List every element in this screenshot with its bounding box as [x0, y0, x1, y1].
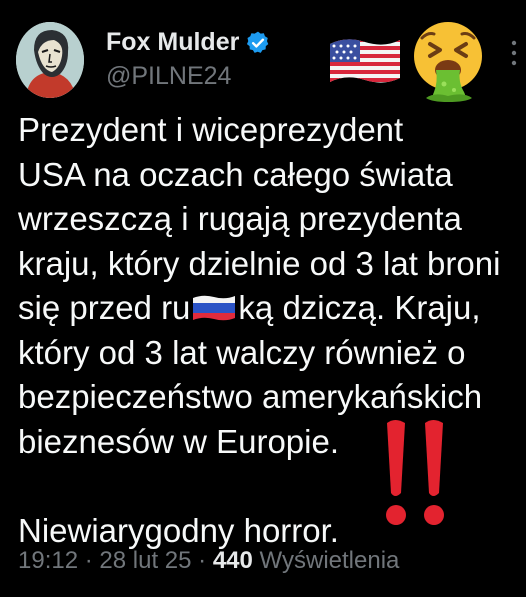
tweet-line: bezpieczeństwo amerykańskich: [18, 378, 483, 415]
meta-separator: ·: [84, 547, 93, 574]
tweet-line: który od 3 lat walczy również o: [18, 333, 466, 371]
display-name[interactable]: Fox Mulder: [106, 28, 239, 57]
face-portrait-avatar-icon: [16, 22, 84, 98]
meta-separator: ·: [198, 547, 207, 574]
author-handle[interactable]: @PILNE24: [106, 62, 231, 91]
avatar[interactable]: [16, 22, 84, 98]
tweet-line: wrzeszczą i rugają prezydenta: [18, 200, 462, 237]
tweet-line: bieznesów w Europie.: [18, 422, 340, 460]
vomiting-face-icon: [414, 22, 482, 102]
tweet-line-part: się przed ru: [18, 289, 191, 326]
russia-flag-icon: [193, 295, 236, 321]
double-exclamation-icon: [386, 420, 444, 525]
tweet-line: się przed ru ką dziczą. Kraju,: [18, 289, 481, 326]
tweet-meta: 19:12 · 28 lut 25 · 440 Wyświetlenia: [18, 547, 399, 575]
author-name-row[interactable]: Fox Mulder: [106, 28, 271, 57]
us-flag-icon: [330, 39, 400, 83]
more-options-icon[interactable]: [510, 38, 518, 68]
tweet-line: USA na oczach całego świata: [18, 155, 453, 193]
tweet-date[interactable]: 28 lut 25: [99, 547, 191, 574]
tweet-line: Niewiarygodny horror.: [18, 511, 339, 549]
views-count[interactable]: 440: [213, 547, 253, 574]
tweet-line: kraju, który dzielnie od 3 lat broni: [18, 244, 501, 282]
tweet-line: Prezydent i wiceprezydent: [18, 111, 404, 148]
verified-badge-icon: [247, 31, 269, 53]
views-label[interactable]: Wyświetlenia: [260, 547, 400, 574]
tweet-time[interactable]: 19:12: [18, 547, 78, 574]
tweet-line-part: ką dziczą. Kraju,: [238, 289, 481, 326]
